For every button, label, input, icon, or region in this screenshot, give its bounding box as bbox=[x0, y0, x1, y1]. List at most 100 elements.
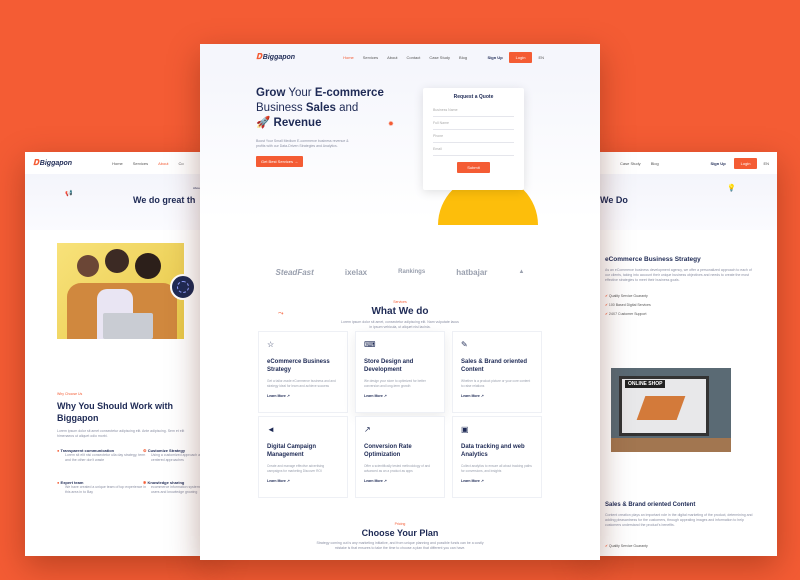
login-button[interactable]: Login bbox=[733, 157, 758, 169]
card-desc: Create and manage effective advertising … bbox=[267, 464, 325, 473]
nav-about[interactable]: About bbox=[158, 161, 168, 166]
card-desc: We design your store to optimized for be… bbox=[364, 379, 426, 388]
bulb-icon: ☆ bbox=[267, 340, 275, 349]
login-button[interactable]: Login bbox=[508, 51, 533, 63]
check-text: 24X7 Customer Support bbox=[608, 312, 647, 316]
logo[interactable]: 𝐃 Biggapon bbox=[256, 52, 295, 62]
code-icon: ⌨ bbox=[364, 340, 376, 349]
right-hero: We Do 💡 bbox=[585, 174, 777, 230]
quote-title: Request a Quote bbox=[453, 94, 494, 100]
analytics-icon: ▣ bbox=[461, 425, 469, 434]
feature-desc: We have created a unique team of top exp… bbox=[65, 485, 147, 494]
strategy-desc: As an eCommerce business development age… bbox=[605, 268, 752, 282]
learn-more-link[interactable]: Learn More ↗ bbox=[461, 394, 533, 398]
megaphone-icon: ◄ bbox=[267, 425, 275, 434]
brand-logo: SteadFast bbox=[275, 267, 314, 277]
sign-up-link[interactable]: Sign Up bbox=[711, 161, 726, 166]
check-text: 100 Based Digital Services bbox=[608, 303, 651, 307]
experience-badge bbox=[170, 274, 196, 300]
megaphone-icon: 📢 bbox=[65, 191, 73, 197]
quote-form: Request a Quote Business Name Full Name … bbox=[423, 88, 524, 190]
nav-contact[interactable]: Contact bbox=[407, 55, 421, 60]
learn-more-link[interactable]: Learn More ↗ bbox=[267, 394, 339, 398]
nav-about[interactable]: About bbox=[387, 55, 397, 60]
card-title: Store Design and Development bbox=[364, 359, 414, 373]
brand-logo: Rankings bbox=[398, 269, 426, 275]
brand-logo: hatbajar bbox=[456, 267, 488, 277]
feature-desc: Lorem sit elit nisi consectetur ulla day… bbox=[65, 453, 146, 462]
language-selector[interactable]: EN bbox=[538, 55, 544, 60]
logo[interactable]: 𝐃 Biggapon bbox=[33, 158, 72, 168]
card-title: eCommerce Business Strategy bbox=[267, 359, 330, 373]
logo-mark-icon: 𝐃 bbox=[256, 52, 262, 61]
curve-arrow-icon: ⤳ bbox=[278, 310, 284, 317]
section-desc: Lorem ipsum dolor sit amet, consectetur … bbox=[341, 320, 459, 329]
logo-text: Biggapon bbox=[39, 159, 73, 167]
nav-case-study[interactable]: Case Study bbox=[620, 161, 641, 166]
phone-input[interactable]: Phone bbox=[433, 130, 514, 143]
full-name-input[interactable]: Full Name bbox=[433, 117, 514, 130]
hero-word: Grow bbox=[256, 87, 286, 99]
card-title: Digital Campaign Management bbox=[267, 444, 317, 458]
page-heading: We Do bbox=[600, 195, 628, 205]
what-we-do-header: Services What We do Lorem ipsum dolor si… bbox=[200, 300, 600, 330]
email-input[interactable]: Email bbox=[433, 143, 514, 156]
submit-button[interactable]: Submit bbox=[457, 162, 490, 173]
why-title: Why You Should Work with Biggapon bbox=[57, 401, 173, 423]
hero-word: and bbox=[335, 102, 359, 114]
hero-title: Grow Your E-commerce Business Sales and … bbox=[256, 70, 396, 131]
nav-services[interactable]: Services bbox=[133, 161, 148, 166]
nav-home[interactable]: Home bbox=[112, 161, 123, 166]
nav-contact[interactable]: Co bbox=[179, 161, 184, 166]
card-title: Conversion Rate Optimization bbox=[364, 444, 412, 458]
content-title: Sales & Brand oriented Content bbox=[605, 502, 696, 508]
business-name-input[interactable]: Business Name bbox=[433, 104, 514, 117]
learn-more-link[interactable]: Learn More ↗ bbox=[267, 479, 339, 483]
sparkle-icon: ✹ bbox=[388, 121, 394, 128]
language-selector[interactable]: EN bbox=[763, 161, 769, 166]
shop-sign: ONLINE SHOP bbox=[625, 380, 666, 388]
pricing-header: Pricing Choose Your Plan Strategy coming… bbox=[200, 522, 600, 551]
main-navbar: 𝐃 Biggapon Home Services About Contact Ca… bbox=[200, 44, 600, 70]
nav-home[interactable]: Home bbox=[343, 55, 354, 60]
why-eyebrow: Why Choose Us bbox=[57, 392, 83, 396]
pen-icon: ✎ bbox=[461, 340, 468, 349]
hero-word: Revenue bbox=[273, 117, 322, 129]
section-desc: Strategy coming out is any marketing ini… bbox=[316, 541, 484, 550]
service-card-strategy[interactable]: ☆ eCommerce Business Strategy Get a tail… bbox=[258, 331, 348, 413]
nav-blog[interactable]: Blog bbox=[651, 161, 659, 166]
page-heading: We do great th bbox=[133, 195, 196, 205]
sign-up-link[interactable]: Sign Up bbox=[488, 55, 503, 60]
get-services-button[interactable]: Get Best Services → bbox=[256, 156, 304, 167]
why-desc: Lorem ipsum dolor sit amet consectetur a… bbox=[57, 429, 185, 438]
feature-1: ● Transparent communication Lorem sit el… bbox=[57, 448, 147, 463]
service-card-conversion[interactable]: ↗ Conversion Rate Optimization Offer a s… bbox=[355, 416, 445, 498]
learn-more-link[interactable]: Learn More ↗ bbox=[364, 394, 436, 398]
service-card-design[interactable]: ⌨ Store Design and Development We design… bbox=[355, 331, 445, 413]
service-card-analytics[interactable]: ▣ Data tracking and web Analytics Collec… bbox=[452, 416, 542, 498]
nav-case-study[interactable]: Case Study bbox=[429, 55, 450, 60]
hero-section: Grow Your E-commerce Business Sales and … bbox=[200, 70, 600, 220]
card-title: Data tracking and web Analytics bbox=[461, 444, 525, 458]
logo-mark-icon: 𝐃 bbox=[33, 158, 39, 167]
section-eyebrow: Services bbox=[393, 300, 407, 304]
learn-more-link[interactable]: Learn More ↗ bbox=[364, 479, 436, 483]
nav-blog[interactable]: Blog bbox=[459, 55, 467, 60]
check-text: Quality Service Guaranty bbox=[608, 294, 648, 298]
check-item: ✔ Quality Service Guaranty bbox=[605, 544, 648, 548]
hero-eyebrow: Abou bbox=[193, 186, 201, 190]
card-desc: Get a tailor-made eCommerce business and… bbox=[267, 379, 336, 388]
service-card-campaign[interactable]: ◄ Digital Campaign Management Create and… bbox=[258, 416, 348, 498]
brand-logos: SteadFast ixelax Rankings hatbajar ▲ bbox=[200, 258, 600, 286]
bulb-icon: 💡 bbox=[727, 185, 736, 192]
service-card-content[interactable]: ✎ Sales & Brand oriented Content Whether… bbox=[452, 331, 542, 413]
section-title: What We do bbox=[371, 306, 429, 317]
nav-services[interactable]: Services bbox=[363, 55, 378, 60]
hero-word: Sales bbox=[305, 102, 336, 114]
hero-desc: Boost Your Small Medium E-commerce busin… bbox=[256, 139, 349, 148]
online-shop-photo: ONLINE SHOP bbox=[611, 368, 731, 452]
learn-more-link[interactable]: Learn More ↗ bbox=[461, 479, 533, 483]
about-page-preview: 𝐃 Biggapon Home Services About Co 📢 Abou … bbox=[25, 152, 215, 556]
card-title: Sales & Brand oriented Content bbox=[461, 359, 528, 373]
card-desc: Whether is a product picture or your cor… bbox=[461, 379, 531, 388]
